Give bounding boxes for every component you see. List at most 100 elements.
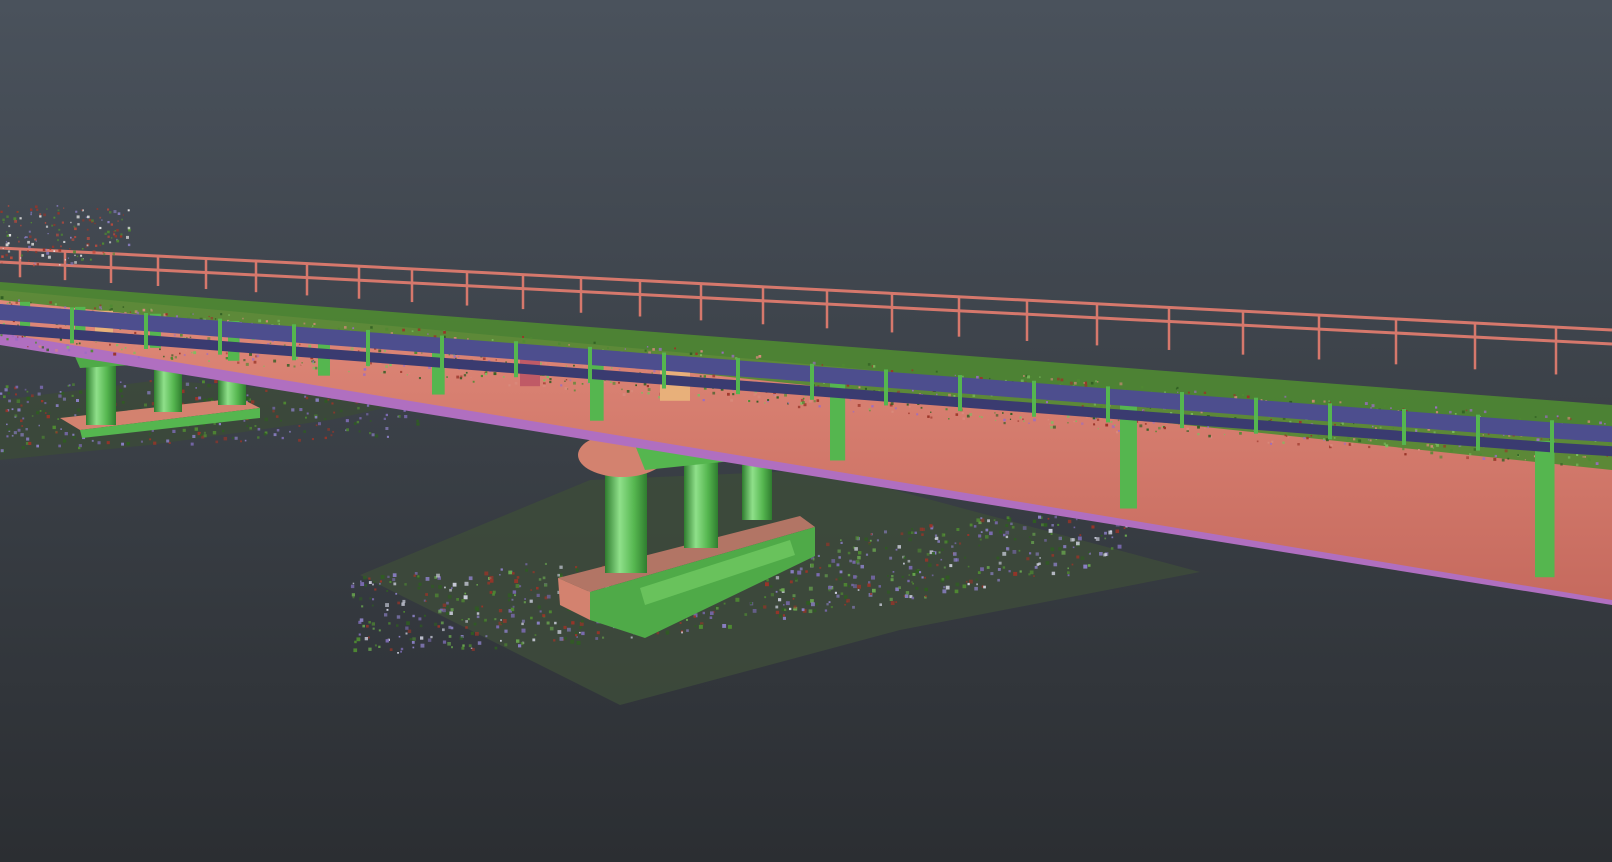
point-sample: [386, 435, 389, 438]
point-sample: [374, 644, 377, 647]
point-sample: [1207, 426, 1209, 428]
point-sample: [1483, 410, 1487, 414]
point-sample: [945, 585, 950, 590]
point-sample: [573, 381, 576, 385]
point-sample: [978, 534, 982, 538]
point-sample: [1385, 444, 1389, 448]
point-sample: [1504, 449, 1508, 453]
point-sample: [461, 646, 465, 650]
point-sample: [1045, 401, 1048, 404]
point-sample: [57, 212, 60, 215]
guardrail-post: [144, 312, 148, 349]
point-sample: [618, 369, 621, 371]
point-sample: [579, 626, 582, 629]
point-sample: [813, 400, 816, 403]
point-sample: [915, 569, 920, 574]
point-sample: [99, 304, 102, 307]
point-sample: [789, 580, 793, 584]
point-sample: [1519, 418, 1521, 420]
point-sample: [1567, 456, 1571, 459]
point-sample: [1372, 425, 1374, 428]
point-sample: [1008, 570, 1011, 573]
point-sample: [2, 218, 5, 222]
point-sample: [817, 554, 820, 557]
point-sample: [249, 353, 252, 356]
point-sample: [976, 518, 980, 522]
guardrail-post: [1180, 392, 1184, 429]
point-sample: [781, 588, 785, 592]
point-sample: [159, 348, 161, 351]
point-sample: [499, 574, 501, 576]
point-sample: [85, 216, 88, 218]
point-sample: [955, 413, 959, 416]
point-sample: [624, 348, 626, 350]
point-sample: [1155, 430, 1157, 433]
point-sample: [489, 591, 493, 594]
point-sample: [0, 449, 4, 453]
point-sample: [500, 639, 502, 642]
point-sample: [6, 435, 9, 438]
point-sample: [49, 248, 52, 250]
point-sample: [258, 319, 262, 323]
point-sample: [965, 581, 968, 583]
point-sample: [468, 576, 473, 581]
point-sample: [446, 605, 449, 609]
point-sample: [20, 419, 23, 423]
point-sample: [908, 412, 910, 415]
point-sample: [1013, 571, 1018, 576]
point-sample: [750, 602, 753, 605]
point-sample: [84, 351, 87, 354]
point-cloud-viewport[interactable]: [0, 0, 1612, 862]
point-sample: [975, 578, 978, 581]
point-sample: [366, 624, 369, 628]
point-sample: [332, 430, 335, 433]
point-sample: [412, 637, 416, 641]
point-sample: [1019, 570, 1022, 573]
point-sample: [792, 598, 795, 600]
point-sample: [202, 380, 205, 384]
point-sample: [203, 434, 207, 438]
point-sample: [74, 227, 77, 231]
point-sample: [1099, 552, 1103, 556]
point-sample: [366, 413, 369, 416]
point-sample: [352, 596, 355, 599]
point-sample: [1026, 557, 1030, 561]
point-sample: [485, 371, 488, 373]
point-sample: [26, 400, 29, 404]
point-sample: [1005, 524, 1009, 527]
point-sample: [364, 584, 367, 587]
point-sample: [265, 389, 268, 392]
point-sample: [461, 599, 465, 603]
point-sample: [407, 629, 412, 633]
point-sample: [378, 629, 381, 632]
point-sample: [21, 446, 25, 450]
point-sample: [484, 618, 487, 622]
point-sample: [1003, 422, 1006, 425]
point-sample: [8, 234, 12, 237]
point-sample: [898, 586, 901, 589]
bridge-point-cloud-scene[interactable]: [0, 0, 1612, 862]
point-sample: [514, 594, 516, 597]
point-sample: [44, 222, 47, 224]
point-sample: [710, 611, 714, 615]
point-sample: [421, 352, 423, 354]
point-sample: [46, 208, 48, 210]
point-sample: [1033, 418, 1036, 422]
guardrail-post: [70, 307, 74, 344]
point-sample: [383, 417, 386, 420]
point-sample: [504, 643, 508, 647]
point-sample: [122, 214, 124, 216]
guardrail-post: [514, 341, 518, 378]
point-sample: [484, 571, 489, 576]
point-sample: [281, 436, 284, 440]
point-sample: [419, 624, 423, 628]
point-sample: [62, 397, 66, 401]
point-sample: [452, 582, 457, 587]
point-sample: [1060, 378, 1064, 382]
point-sample: [1452, 430, 1455, 433]
point-sample: [53, 223, 56, 226]
guardrail-post: [1032, 380, 1036, 417]
point-sample: [356, 420, 360, 424]
point-sample: [941, 533, 946, 537]
point-sample: [770, 593, 774, 597]
